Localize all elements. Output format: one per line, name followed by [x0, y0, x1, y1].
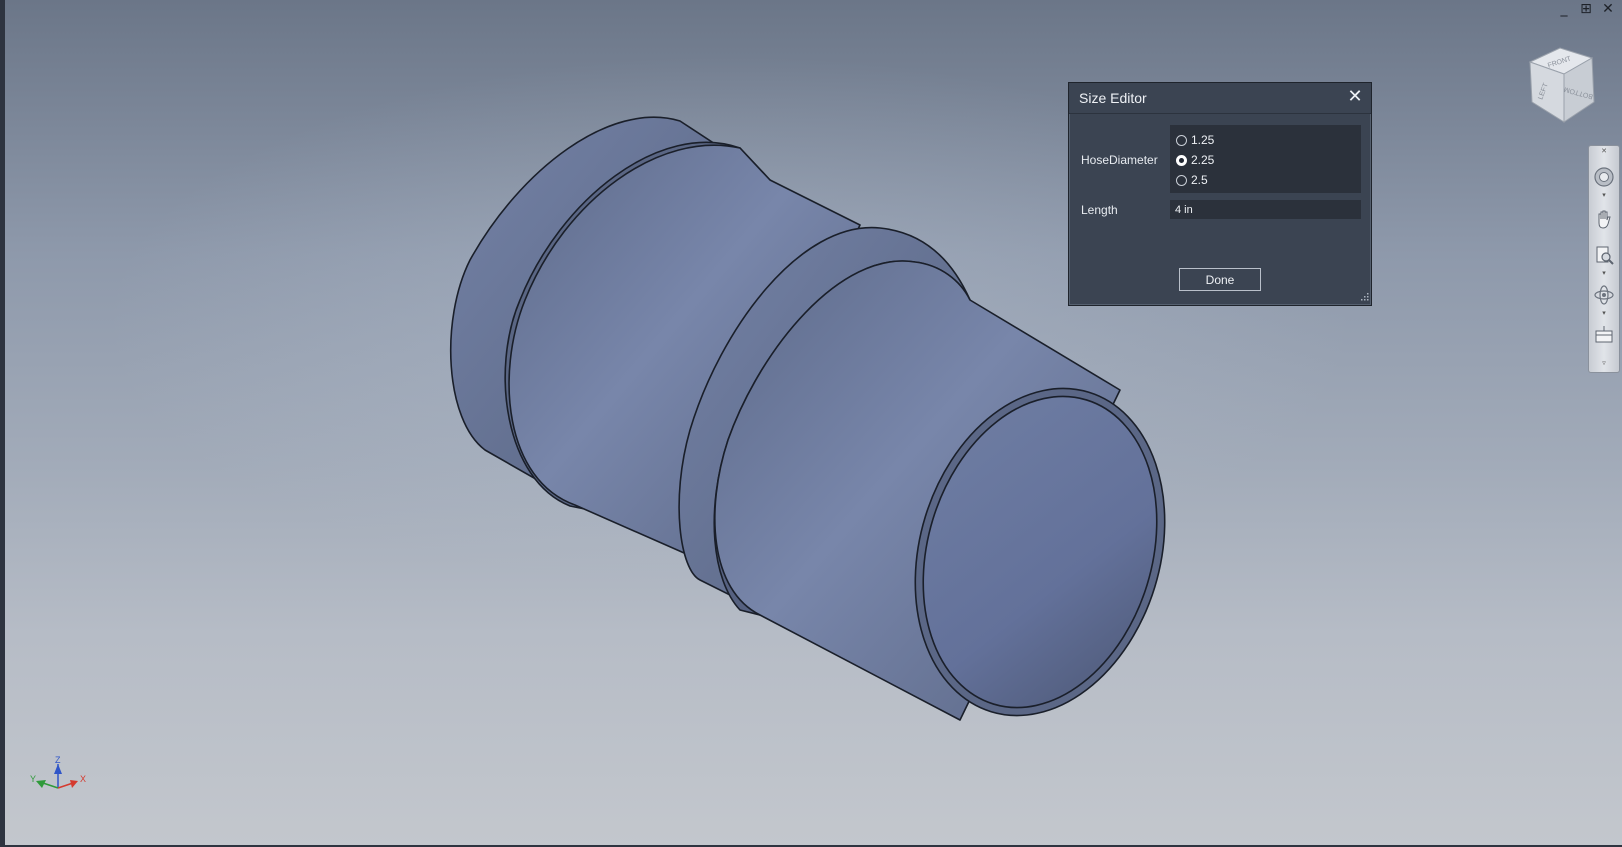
resize-grip-icon[interactable]	[1359, 293, 1369, 303]
window-controls: _ ⊞ ✕	[1556, 1, 1616, 17]
left-panel-edge	[0, 0, 5, 847]
hose-diameter-option-1[interactable]: 1.25	[1176, 133, 1214, 147]
length-label: Length	[1081, 203, 1118, 217]
view-cube[interactable]: FRONT LEFT BOTTOM	[1520, 44, 1602, 126]
triad-y-label: Y	[30, 774, 36, 784]
zoom-icon[interactable]	[1593, 244, 1615, 266]
nav-bar-close-icon[interactable]: ✕	[1600, 148, 1608, 156]
dialog-title: Size Editor	[1079, 90, 1147, 106]
size-editor-dialog: Size Editor ✕ HoseDiameter 1.25 2.25 2.5…	[1068, 82, 1372, 306]
dialog-close-icon[interactable]: ✕	[1345, 87, 1365, 107]
done-button[interactable]: Done	[1179, 268, 1261, 291]
radio-unchecked-icon[interactable]	[1176, 174, 1187, 186]
zoom-dropdown-icon[interactable]: ▾	[1600, 270, 1608, 278]
hose-diameter-options: 1.25 2.25 2.5	[1170, 125, 1361, 193]
minimize-icon[interactable]: _	[1556, 1, 1572, 17]
triad-x-label: X	[80, 774, 86, 784]
graphics-viewport[interactable]: _ ⊞ ✕ FRONT LEFT BOTTOM ✕ ▾ ▾ ▾ ▿ Size E…	[0, 0, 1622, 847]
steering-wheel-icon[interactable]	[1593, 166, 1615, 188]
nav-bar-options-icon[interactable]: ▿	[1600, 360, 1608, 368]
option-label: 2.5	[1191, 173, 1208, 187]
coordinate-triad: Z X Y	[30, 756, 86, 789]
orbit-dropdown-icon[interactable]: ▾	[1600, 310, 1608, 318]
orbit-icon[interactable]	[1593, 284, 1615, 306]
length-input[interactable]	[1170, 200, 1361, 219]
steering-wheel-dropdown-icon[interactable]: ▾	[1600, 192, 1608, 200]
hose-fitting-model[interactable]	[0, 0, 1622, 847]
triad-z-label: Z	[55, 756, 61, 765]
radio-checked-icon[interactable]	[1176, 154, 1187, 166]
pan-icon[interactable]	[1593, 208, 1615, 230]
hose-diameter-option-3[interactable]: 2.5	[1176, 173, 1208, 187]
navigation-bar: ✕ ▾ ▾ ▾ ▿	[1588, 145, 1620, 373]
option-label: 1.25	[1191, 133, 1215, 147]
close-icon[interactable]: ✕	[1600, 1, 1616, 17]
option-label: 2.25	[1191, 153, 1215, 167]
radio-unchecked-icon[interactable]	[1176, 134, 1187, 146]
hose-diameter-label: HoseDiameter	[1081, 153, 1158, 167]
restore-icon[interactable]: ⊞	[1578, 1, 1594, 17]
look-at-icon[interactable]	[1593, 324, 1615, 346]
dialog-titlebar[interactable]: Size Editor ✕	[1069, 83, 1371, 114]
hose-diameter-option-2[interactable]: 2.25	[1176, 153, 1214, 167]
